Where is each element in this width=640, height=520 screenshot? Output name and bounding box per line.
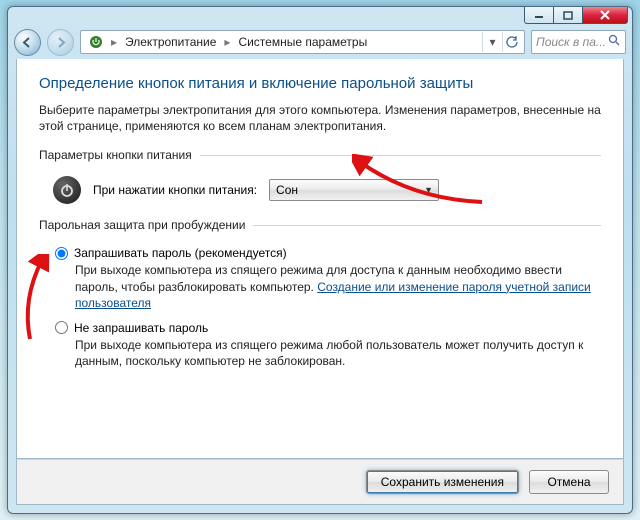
- radio-no-password-desc: При выходе компьютера из спящего режима …: [55, 337, 601, 369]
- radio-no-password[interactable]: [55, 321, 68, 334]
- power-button-action-select[interactable]: Сон: [269, 179, 439, 201]
- cancel-button[interactable]: Отмена: [529, 470, 609, 494]
- group-power-button-legend: Параметры кнопки питания: [39, 148, 200, 162]
- page-content: Определение кнопок питания и включение п…: [16, 59, 624, 459]
- dialog-footer: Сохранить изменения Отмена: [16, 459, 624, 505]
- explorer-navbar: ▸ Электропитание ▸ Системные параметры ▾…: [8, 25, 632, 59]
- chevron-right-icon: ▸: [109, 35, 119, 49]
- breadcrumb-dropdown-button[interactable]: ▾: [482, 32, 502, 52]
- power-button-action-label: При нажатии кнопки питания:: [93, 183, 257, 197]
- minimize-button[interactable]: [524, 7, 554, 24]
- power-options-icon: [87, 33, 105, 51]
- group-password-on-wake: Парольная защита при пробуждении Запраши…: [39, 218, 601, 387]
- radio-no-password-label[interactable]: Не запрашивать пароль: [74, 321, 208, 335]
- breadcrumb-system-settings[interactable]: Системные параметры: [232, 31, 373, 53]
- close-button[interactable]: [582, 7, 628, 24]
- group-password-legend: Парольная защита при пробуждении: [39, 218, 253, 232]
- search-icon: [608, 34, 621, 50]
- search-placeholder: Поиск в па...: [536, 35, 606, 49]
- power-icon: [53, 176, 81, 204]
- window-titlebar: [8, 7, 632, 25]
- nav-forward-button[interactable]: [47, 29, 74, 56]
- refresh-button[interactable]: [502, 32, 522, 52]
- chevron-right-icon: ▸: [222, 35, 232, 49]
- address-bar[interactable]: ▸ Электропитание ▸ Системные параметры ▾: [80, 30, 525, 54]
- breadcrumb-power-options[interactable]: Электропитание: [119, 31, 222, 53]
- save-button[interactable]: Сохранить изменения: [366, 470, 519, 494]
- page-heading: Определение кнопок питания и включение п…: [39, 75, 601, 92]
- radio-require-password[interactable]: [55, 247, 68, 260]
- nav-back-button[interactable]: [14, 29, 41, 56]
- search-input[interactable]: Поиск в па...: [531, 30, 626, 54]
- page-description: Выберите параметры электропитания для эт…: [39, 102, 601, 134]
- radio-require-password-desc: При выходе компьютера из спящего режима …: [55, 262, 601, 311]
- group-power-button: Параметры кнопки питания При нажатии кно…: [39, 148, 601, 212]
- radio-require-password-label[interactable]: Запрашивать пароль (рекомендуется): [74, 246, 287, 260]
- maximize-button[interactable]: [553, 7, 583, 24]
- control-panel-window: ▸ Электропитание ▸ Системные параметры ▾…: [7, 6, 633, 514]
